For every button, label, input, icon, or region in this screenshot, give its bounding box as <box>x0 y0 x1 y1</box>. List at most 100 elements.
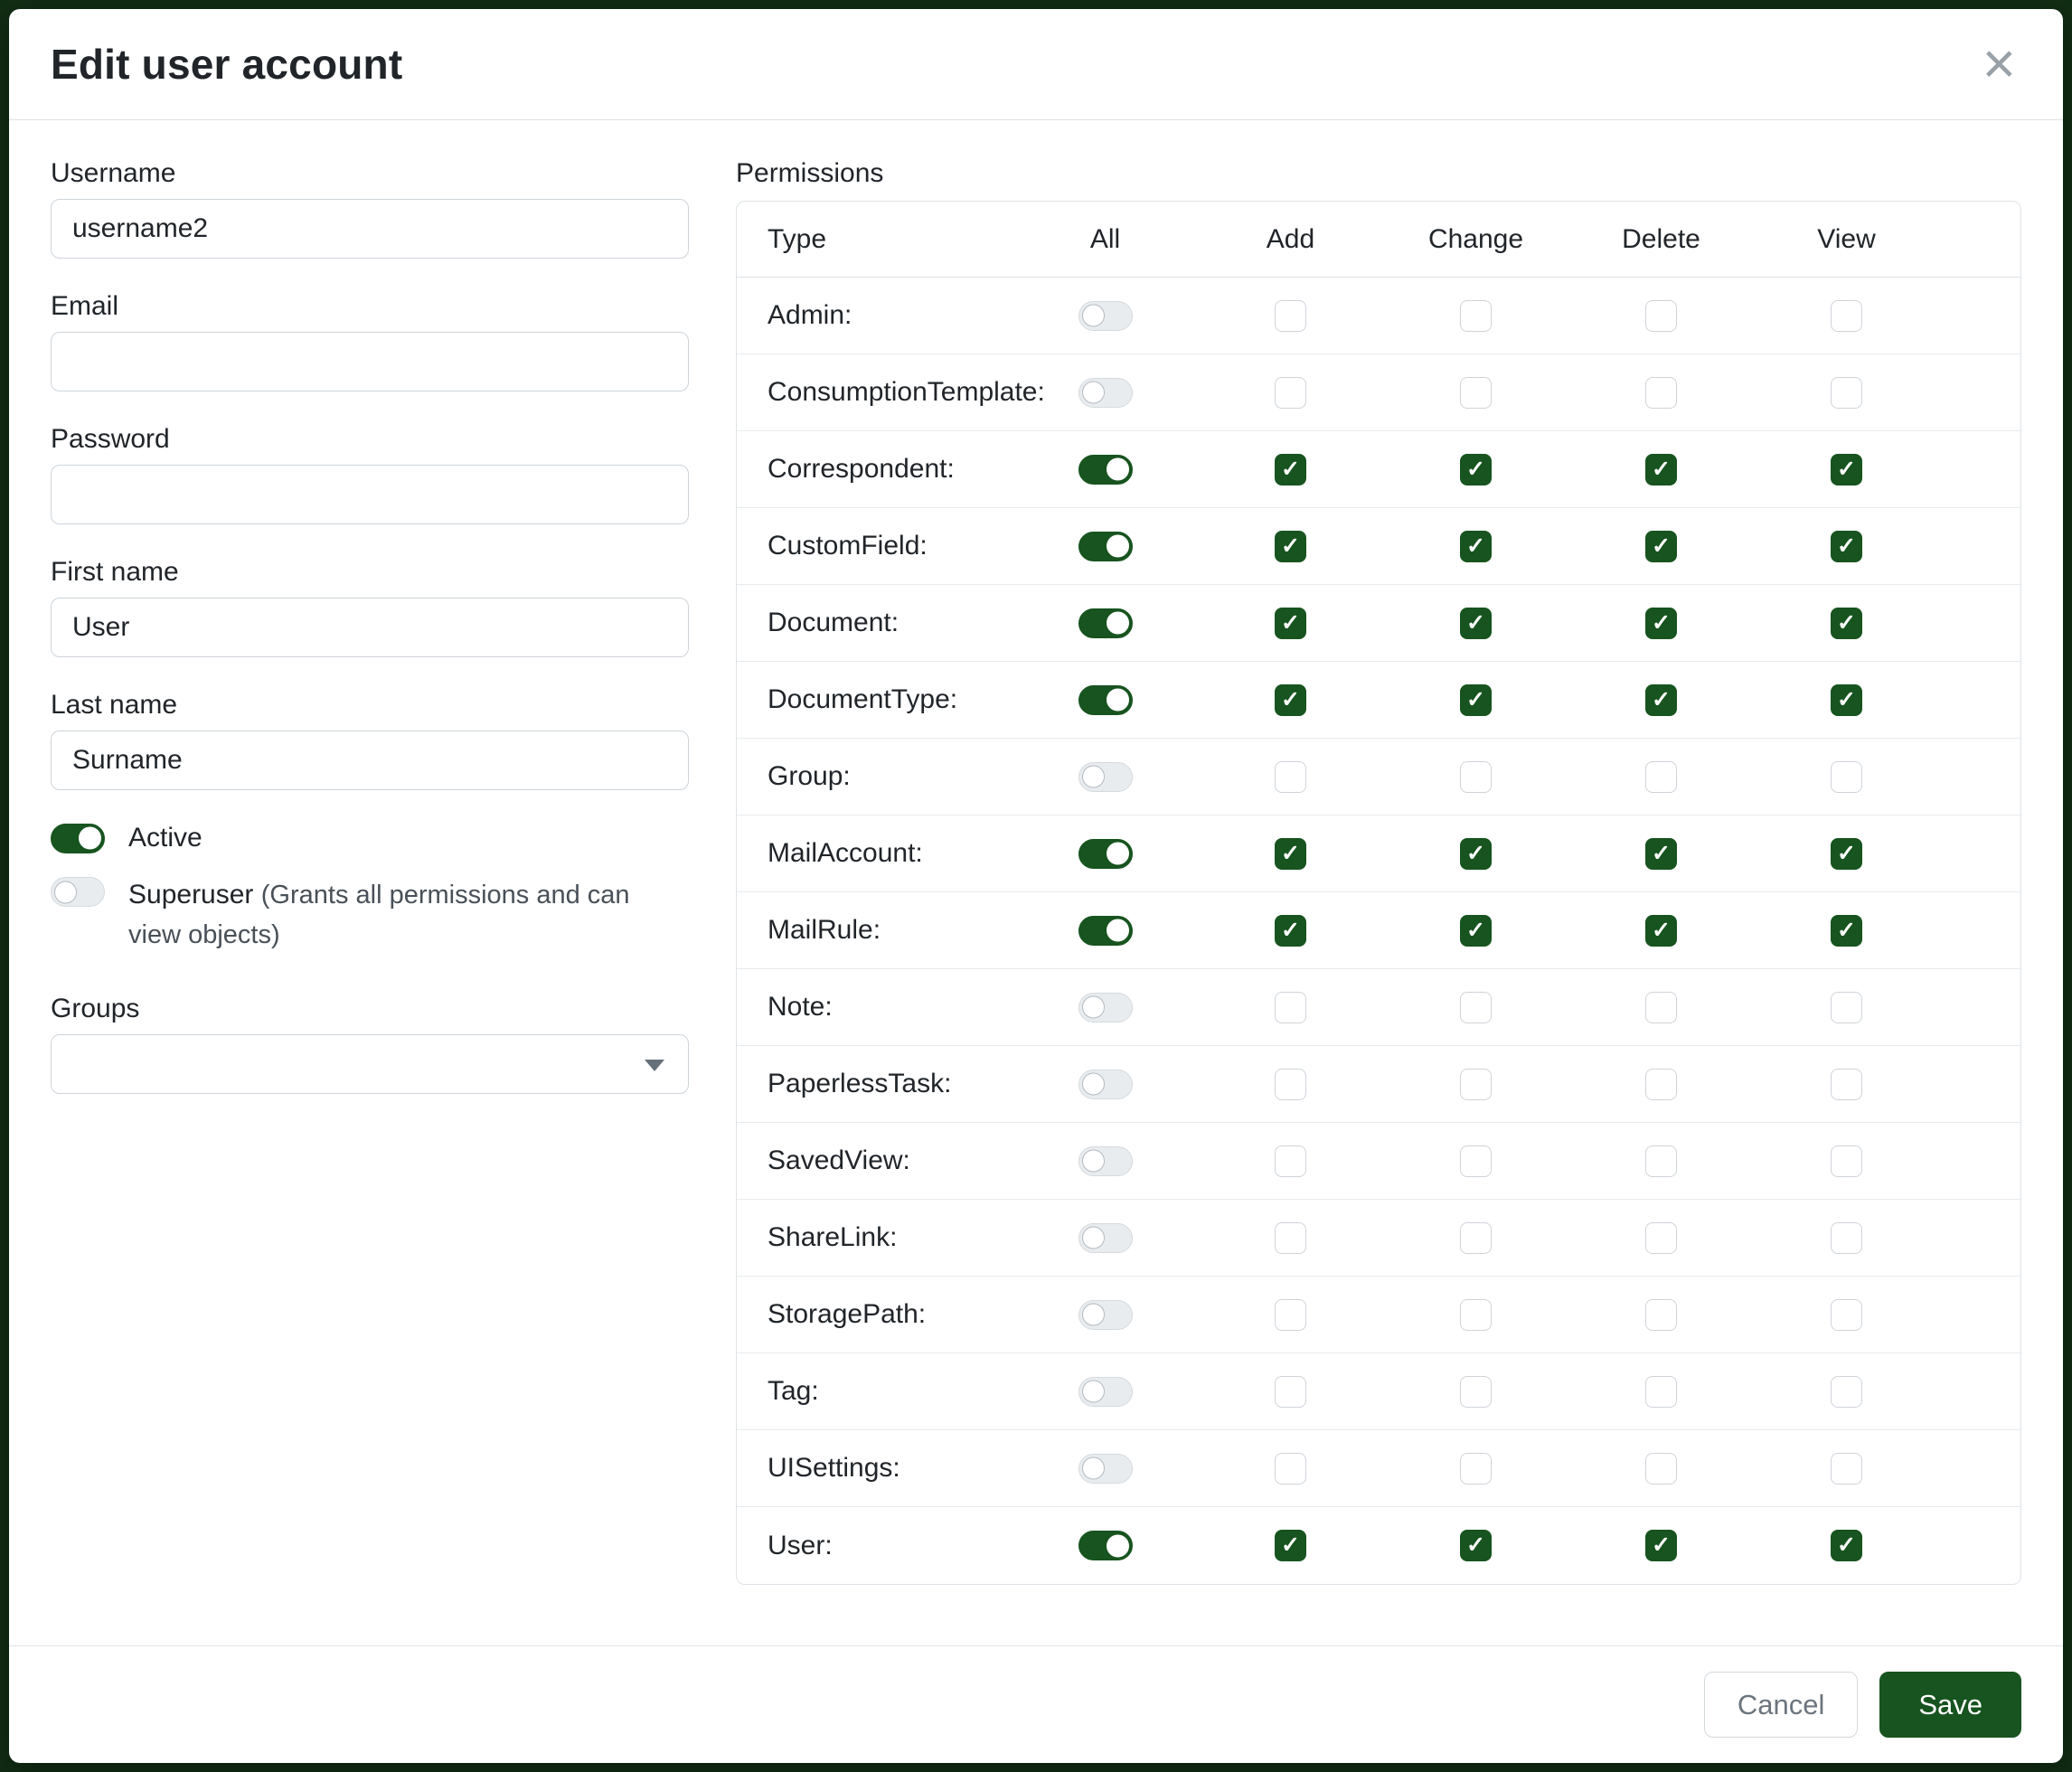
permission-view-checkbox[interactable]: ✓ <box>1831 838 1862 870</box>
permission-change-checkbox[interactable]: ✓ <box>1460 454 1492 485</box>
permission-add-checkbox[interactable] <box>1275 992 1306 1023</box>
permission-delete-checkbox[interactable] <box>1645 1069 1677 1100</box>
superuser-toggle[interactable] <box>51 877 105 907</box>
permission-all-toggle[interactable] <box>1078 685 1133 715</box>
permission-delete-checkbox[interactable]: ✓ <box>1645 608 1677 639</box>
permission-delete-checkbox[interactable]: ✓ <box>1645 684 1677 716</box>
permission-change-checkbox[interactable]: ✓ <box>1460 684 1492 716</box>
permission-delete-checkbox[interactable] <box>1645 377 1677 409</box>
permission-view-cell <box>1754 1453 1939 1485</box>
permission-change-checkbox[interactable] <box>1460 1299 1492 1331</box>
permission-change-checkbox[interactable]: ✓ <box>1460 531 1492 562</box>
permission-add-checkbox[interactable] <box>1275 1222 1306 1254</box>
username-input[interactable] <box>51 199 689 259</box>
permission-all-toggle[interactable] <box>1078 1531 1133 1560</box>
permission-view-checkbox[interactable] <box>1831 761 1862 793</box>
cancel-button[interactable]: Cancel <box>1704 1672 1859 1738</box>
permission-add-checkbox[interactable]: ✓ <box>1275 1530 1306 1561</box>
permission-all-toggle[interactable] <box>1078 1300 1133 1330</box>
permission-view-checkbox[interactable]: ✓ <box>1831 684 1862 716</box>
permission-view-checkbox[interactable] <box>1831 300 1862 332</box>
email-input[interactable] <box>51 332 689 391</box>
permission-delete-checkbox[interactable]: ✓ <box>1645 915 1677 947</box>
permission-all-toggle[interactable] <box>1078 532 1133 561</box>
permission-view-checkbox[interactable]: ✓ <box>1831 454 1862 485</box>
permission-change-checkbox[interactable] <box>1460 1376 1492 1408</box>
permission-change-checkbox[interactable]: ✓ <box>1460 915 1492 947</box>
permission-all-toggle[interactable] <box>1078 839 1133 869</box>
permission-delete-checkbox[interactable] <box>1645 1453 1677 1485</box>
permission-add-checkbox[interactable]: ✓ <box>1275 531 1306 562</box>
permission-view-checkbox[interactable] <box>1831 1145 1862 1177</box>
permission-change-checkbox[interactable] <box>1460 761 1492 793</box>
permission-view-checkbox[interactable]: ✓ <box>1831 531 1862 562</box>
permission-all-toggle[interactable] <box>1078 1146 1133 1176</box>
permission-change-checkbox[interactable] <box>1460 1222 1492 1254</box>
permission-add-checkbox[interactable] <box>1275 1299 1306 1331</box>
permission-all-toggle[interactable] <box>1078 993 1133 1023</box>
save-button[interactable]: Save <box>1879 1672 2021 1738</box>
last-name-input[interactable] <box>51 730 689 790</box>
permission-add-checkbox[interactable]: ✓ <box>1275 454 1306 485</box>
permission-delete-checkbox[interactable] <box>1645 1376 1677 1408</box>
permission-delete-checkbox[interactable]: ✓ <box>1645 454 1677 485</box>
password-input[interactable] <box>51 465 689 524</box>
permission-add-checkbox[interactable]: ✓ <box>1275 608 1306 639</box>
permission-view-checkbox[interactable] <box>1831 1453 1862 1485</box>
permission-change-checkbox[interactable] <box>1460 1453 1492 1485</box>
permission-add-checkbox[interactable]: ✓ <box>1275 915 1306 947</box>
check-icon: ✓ <box>1652 843 1671 865</box>
permission-all-toggle[interactable] <box>1078 1377 1133 1407</box>
permission-delete-checkbox[interactable] <box>1645 1222 1677 1254</box>
permission-change-checkbox[interactable]: ✓ <box>1460 1530 1492 1561</box>
permission-change-checkbox[interactable] <box>1460 992 1492 1023</box>
groups-select[interactable] <box>51 1034 689 1094</box>
permission-all-toggle[interactable] <box>1078 378 1133 408</box>
permission-all-toggle[interactable] <box>1078 1070 1133 1099</box>
permission-view-checkbox[interactable] <box>1831 992 1862 1023</box>
permission-add-checkbox[interactable] <box>1275 761 1306 793</box>
permission-delete-checkbox[interactable]: ✓ <box>1645 531 1677 562</box>
permission-all-toggle[interactable] <box>1078 455 1133 485</box>
permission-change-checkbox[interactable] <box>1460 1145 1492 1177</box>
permission-view-checkbox[interactable] <box>1831 377 1862 409</box>
permission-all-toggle[interactable] <box>1078 608 1133 638</box>
permission-all-toggle[interactable] <box>1078 1454 1133 1484</box>
permission-change-checkbox[interactable]: ✓ <box>1460 838 1492 870</box>
permission-change-checkbox[interactable] <box>1460 1069 1492 1100</box>
permission-add-checkbox[interactable] <box>1275 377 1306 409</box>
permission-delete-checkbox[interactable]: ✓ <box>1645 838 1677 870</box>
permission-change-checkbox[interactable] <box>1460 300 1492 332</box>
permission-delete-checkbox[interactable] <box>1645 1299 1677 1331</box>
close-icon[interactable]: × <box>1977 41 2021 87</box>
permission-all-toggle[interactable] <box>1078 916 1133 946</box>
active-toggle[interactable] <box>51 824 105 853</box>
permission-all-toggle[interactable] <box>1078 301 1133 331</box>
permission-delete-checkbox[interactable] <box>1645 300 1677 332</box>
permission-all-toggle[interactable] <box>1078 1223 1133 1253</box>
permission-view-checkbox[interactable] <box>1831 1376 1862 1408</box>
permission-add-checkbox[interactable] <box>1275 1376 1306 1408</box>
first-name-input[interactable] <box>51 598 689 657</box>
permission-change-checkbox[interactable] <box>1460 377 1492 409</box>
permission-view-checkbox[interactable] <box>1831 1069 1862 1100</box>
permission-delete-checkbox[interactable] <box>1645 992 1677 1023</box>
permission-add-checkbox[interactable] <box>1275 1069 1306 1100</box>
permission-view-checkbox[interactable]: ✓ <box>1831 1530 1862 1561</box>
permission-delete-cell <box>1568 1222 1754 1254</box>
active-row: Active <box>51 823 689 853</box>
permission-add-checkbox[interactable] <box>1275 1145 1306 1177</box>
permission-add-checkbox[interactable] <box>1275 300 1306 332</box>
permission-add-checkbox[interactable]: ✓ <box>1275 838 1306 870</box>
permission-delete-checkbox[interactable]: ✓ <box>1645 1530 1677 1561</box>
permission-view-checkbox[interactable]: ✓ <box>1831 608 1862 639</box>
permission-delete-checkbox[interactable] <box>1645 761 1677 793</box>
permission-view-checkbox[interactable] <box>1831 1299 1862 1331</box>
permission-add-checkbox[interactable] <box>1275 1453 1306 1485</box>
permission-delete-checkbox[interactable] <box>1645 1145 1677 1177</box>
permission-add-checkbox[interactable]: ✓ <box>1275 684 1306 716</box>
permission-view-checkbox[interactable]: ✓ <box>1831 915 1862 947</box>
permission-change-checkbox[interactable]: ✓ <box>1460 608 1492 639</box>
permission-view-checkbox[interactable] <box>1831 1222 1862 1254</box>
permission-all-toggle[interactable] <box>1078 762 1133 792</box>
